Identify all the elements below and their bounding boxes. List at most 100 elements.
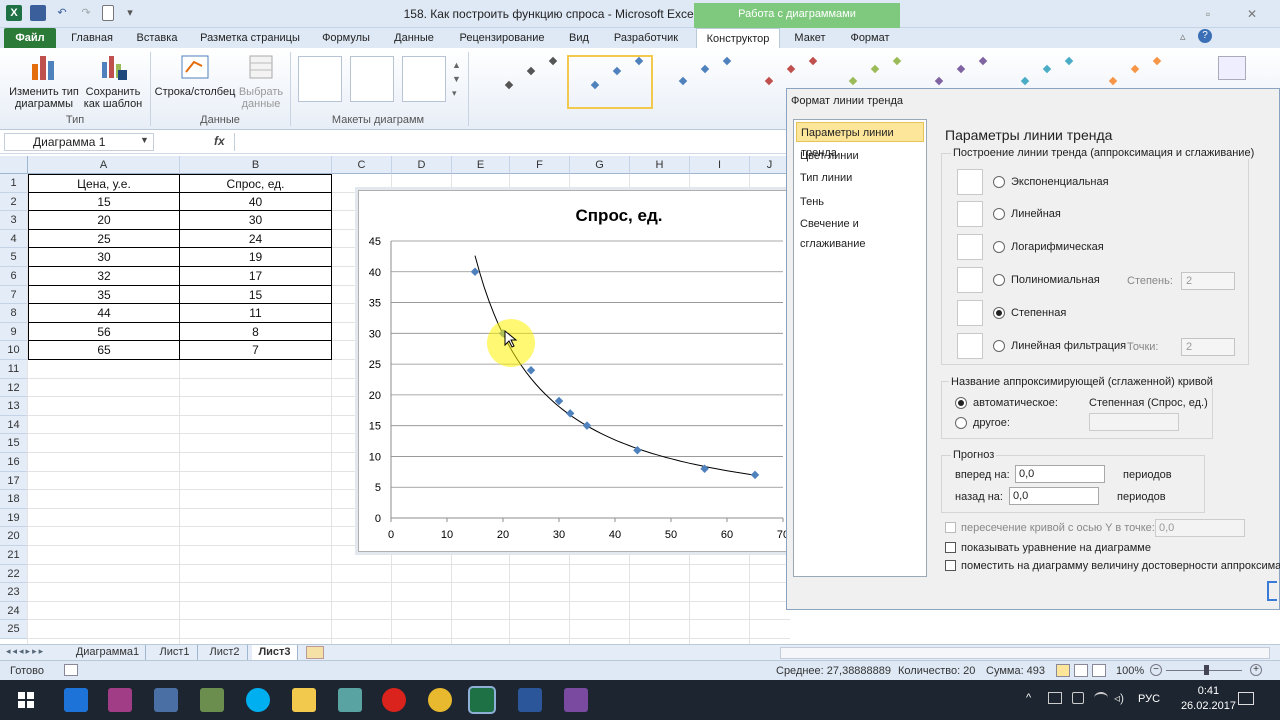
table-cell[interactable]: 30 bbox=[180, 211, 332, 230]
back-input[interactable]: 0,0 bbox=[1009, 487, 1099, 505]
row-header[interactable]: 1 bbox=[0, 174, 28, 193]
data-point[interactable] bbox=[750, 470, 760, 480]
data-point[interactable] bbox=[582, 421, 592, 430]
column-header[interactable]: F bbox=[510, 156, 570, 174]
chart-title[interactable]: Спрос, ед. bbox=[576, 206, 663, 225]
row-header[interactable]: 5 bbox=[0, 248, 28, 267]
excel-taskbar-icon[interactable] bbox=[468, 686, 496, 714]
column-header[interactable]: B bbox=[180, 156, 332, 174]
row-header[interactable]: 17 bbox=[0, 471, 28, 491]
show-r2-checkbox[interactable] bbox=[945, 560, 956, 571]
radio-name-auto[interactable] bbox=[955, 397, 967, 409]
tab-review[interactable]: Рецензирование bbox=[452, 28, 552, 48]
degree-spinner[interactable]: 2 bbox=[1181, 272, 1235, 290]
nav-line-style[interactable]: Тип линии bbox=[796, 168, 924, 188]
row-header[interactable]: 11 bbox=[0, 360, 28, 379]
data-series[interactable] bbox=[470, 267, 760, 480]
sheet-tab-active[interactable]: Лист3 bbox=[252, 645, 298, 661]
table-cell[interactable]: 17 bbox=[180, 267, 332, 286]
minimize-icon[interactable]: ▫ bbox=[1196, 6, 1220, 22]
name-box-dropdown-icon[interactable]: ▼ bbox=[140, 135, 149, 145]
row-header[interactable]: 9 bbox=[0, 322, 28, 342]
points-spinner[interactable]: 2 bbox=[1181, 338, 1235, 356]
normal-view-icon[interactable] bbox=[1056, 664, 1070, 677]
intercept-checkbox[interactable] bbox=[945, 522, 956, 533]
row-header[interactable]: 2 bbox=[0, 192, 28, 212]
table-cell[interactable]: 15 bbox=[180, 285, 332, 305]
table-cell[interactable]: 25 bbox=[28, 229, 180, 249]
data-point[interactable] bbox=[470, 267, 480, 277]
radio-logarithmic[interactable] bbox=[993, 241, 1005, 253]
name-box[interactable]: Диаграмма 1 bbox=[4, 133, 154, 151]
chart-layout-2[interactable] bbox=[350, 56, 394, 102]
tab-data[interactable]: Данные bbox=[386, 28, 442, 48]
windows-start-icon[interactable] bbox=[18, 692, 34, 708]
column-header[interactable]: D bbox=[392, 156, 452, 174]
volume-icon[interactable]: ◃) bbox=[1114, 691, 1124, 705]
row-header[interactable]: 14 bbox=[0, 415, 28, 435]
sheet-tab[interactable]: Диаграмма1 bbox=[70, 645, 146, 661]
chart-layout-3[interactable] bbox=[402, 56, 446, 102]
row-header[interactable]: 12 bbox=[0, 378, 28, 398]
save-as-template-button[interactable]: Сохранить как шаблон bbox=[82, 52, 144, 110]
data-point[interactable] bbox=[526, 366, 536, 375]
radio-polynomial[interactable] bbox=[993, 274, 1005, 286]
column-header[interactable]: H bbox=[630, 156, 690, 174]
row-header[interactable]: 4 bbox=[0, 229, 28, 249]
edge-icon[interactable] bbox=[64, 688, 88, 712]
document-app-icon[interactable] bbox=[154, 688, 178, 712]
php-app-icon[interactable] bbox=[564, 688, 588, 712]
zoom-out-icon[interactable]: − bbox=[1150, 664, 1162, 676]
row-header[interactable]: 10 bbox=[0, 341, 28, 360]
row-header[interactable]: 19 bbox=[0, 508, 28, 528]
row-header[interactable]: 23 bbox=[0, 583, 28, 602]
table-cell[interactable]: 8 bbox=[180, 322, 332, 342]
file-explorer-icon[interactable] bbox=[292, 688, 316, 712]
column-header[interactable]: A bbox=[28, 156, 180, 174]
tab-developer[interactable]: Разработчик bbox=[606, 28, 686, 48]
radio-exponential[interactable] bbox=[993, 176, 1005, 188]
table-cell[interactable]: 15 bbox=[28, 192, 180, 212]
row-header[interactable]: 25 bbox=[0, 620, 28, 639]
sheet-tab[interactable]: Лист1 bbox=[152, 645, 198, 661]
language-indicator[interactable]: РУС bbox=[1138, 693, 1160, 705]
table-header-cell[interactable]: Цена, у.е. bbox=[28, 174, 180, 193]
select-data-button[interactable]: Выбрать данные bbox=[236, 52, 286, 110]
intercept-input[interactable]: 0,0 bbox=[1155, 519, 1245, 537]
row-header[interactable]: 22 bbox=[0, 564, 28, 584]
table-cell[interactable]: 24 bbox=[180, 229, 332, 249]
forward-input[interactable]: 0,0 bbox=[1015, 465, 1105, 483]
tab-design[interactable]: Конструктор bbox=[696, 28, 780, 48]
row-header[interactable]: 18 bbox=[0, 490, 28, 509]
tab-formulas[interactable]: Формулы bbox=[316, 28, 376, 48]
fx-icon[interactable]: fx bbox=[214, 134, 225, 148]
table-cell[interactable]: 30 bbox=[28, 248, 180, 267]
move-chart-button[interactable] bbox=[1218, 56, 1246, 80]
table-cell[interactable]: 40 bbox=[180, 192, 332, 212]
nav-glow-soft-edges[interactable]: Свечение и сглаживание bbox=[796, 214, 924, 250]
table-cell[interactable]: 44 bbox=[28, 304, 180, 323]
table-cell[interactable]: 11 bbox=[180, 304, 332, 323]
opera-icon[interactable] bbox=[382, 688, 406, 712]
column-header[interactable]: G bbox=[570, 156, 630, 174]
radio-power[interactable] bbox=[993, 307, 1005, 319]
select-all-corner[interactable] bbox=[0, 156, 28, 174]
table-cell[interactable]: 19 bbox=[180, 248, 332, 267]
insert-sheet-icon[interactable] bbox=[306, 646, 324, 659]
row-header[interactable]: 7 bbox=[0, 285, 28, 305]
app-icon[interactable] bbox=[108, 688, 132, 712]
tab-file[interactable]: Файл bbox=[4, 28, 56, 48]
chart-area[interactable]: Спрос, ед. 0 5 10 15 20 25 30 35 40 45 0 10 20 30 40 5… bbox=[358, 190, 790, 552]
change-chart-type-button[interactable]: Изменить тип диаграммы bbox=[6, 52, 82, 110]
chart-layout-1[interactable] bbox=[298, 56, 342, 102]
macro-record-icon[interactable] bbox=[64, 664, 78, 676]
app-icon[interactable] bbox=[338, 688, 362, 712]
switch-row-column-button[interactable]: Строка/столбец bbox=[154, 52, 236, 98]
table-cell[interactable]: 7 bbox=[180, 341, 332, 360]
radio-moving-average[interactable] bbox=[993, 340, 1005, 352]
clock[interactable]: 0:41 26.02.2017 bbox=[1181, 684, 1236, 714]
show-equation-checkbox[interactable] bbox=[945, 542, 956, 553]
column-header[interactable]: C bbox=[332, 156, 392, 174]
tab-home[interactable]: Главная bbox=[66, 28, 118, 48]
column-header[interactable]: E bbox=[452, 156, 510, 174]
